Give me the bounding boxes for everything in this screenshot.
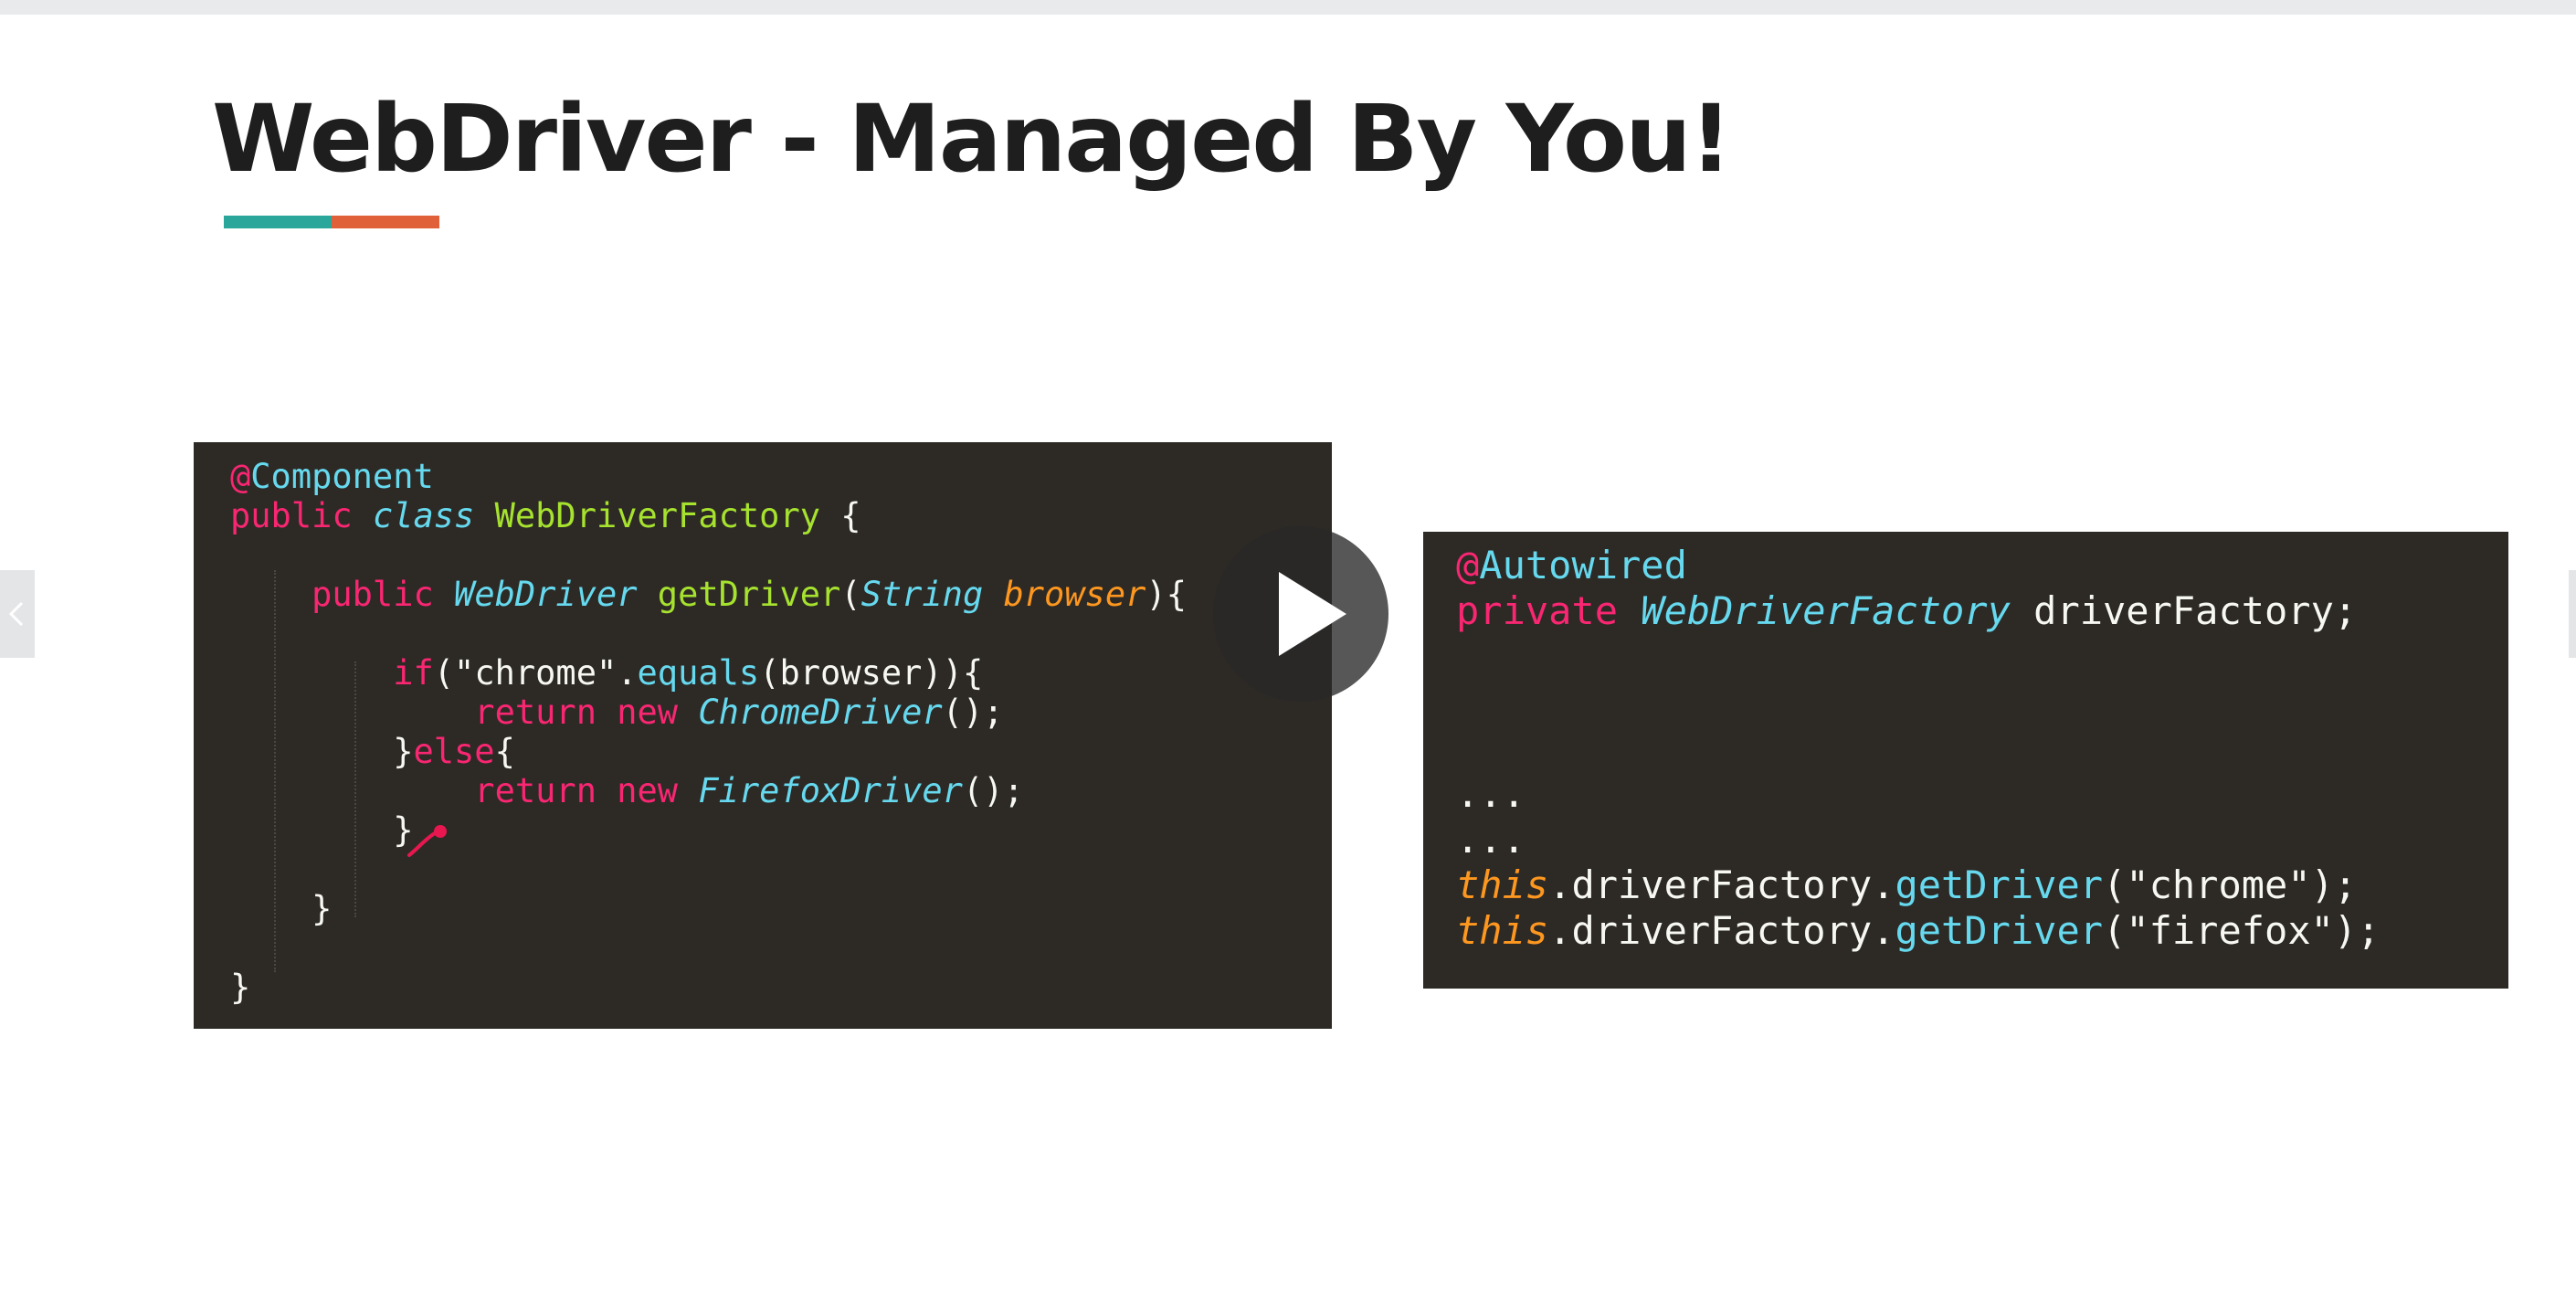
code-token: browser	[983, 575, 1146, 614]
code-line: private WebDriverFactory driverFactory;	[1456, 588, 2508, 634]
code-line: this.driverFactory.getDriver("firefox");	[1456, 908, 2508, 954]
code-token: .driverFactory.	[1548, 862, 1895, 907]
code-token: String	[860, 575, 984, 614]
code-line: public class WebDriverFactory {	[230, 496, 1332, 535]
code-line: return new FirefoxDriver();	[230, 771, 1332, 810]
title-underline	[224, 216, 439, 228]
indent-guide	[354, 661, 356, 917]
code-line: @Autowired	[1456, 543, 2508, 588]
slide-title: WebDriver - Managed By You!	[212, 85, 1732, 194]
play-video-button[interactable]	[1213, 526, 1388, 702]
code-token: (	[840, 575, 861, 614]
code-token: public	[230, 496, 373, 535]
code-token: class	[372, 496, 495, 535]
code-line: }else{	[230, 732, 1332, 771]
code-token: .driverFactory.	[1548, 908, 1895, 953]
code-line: return new ChromeDriver();	[230, 693, 1332, 732]
code-token: else	[413, 732, 495, 771]
code-token: this	[1456, 862, 1549, 907]
code-token: }	[230, 810, 414, 850]
code-line: }	[230, 810, 1332, 850]
code-token: getDriver	[1895, 908, 2104, 953]
code-token: ...	[1456, 817, 1526, 862]
code-line: if("chrome".equals(browser)){	[230, 653, 1332, 693]
code-token: ){	[1145, 575, 1188, 614]
code-token: }	[230, 968, 251, 1007]
play-icon	[1279, 572, 1346, 656]
code-line: ...	[1456, 771, 2508, 817]
code-token: {	[820, 496, 861, 535]
code-line: public WebDriver getDriver(String browse…	[230, 575, 1332, 614]
code-token: ...	[1456, 771, 1526, 816]
code-token: @	[230, 457, 251, 496]
code-token: return new	[230, 693, 699, 732]
code-token: driverFactory;	[2010, 588, 2358, 633]
code-token: Component	[250, 457, 434, 496]
code-line: @Component	[230, 457, 1332, 496]
code-token: this	[1456, 908, 1549, 953]
underline-segment-orange	[332, 216, 439, 228]
code-token: return new	[230, 771, 699, 810]
code-token: ("chrome".	[433, 653, 638, 693]
code-token: private	[1456, 588, 1642, 633]
indent-guide	[274, 570, 276, 972]
annotation-pen-cursor-icon	[407, 825, 447, 857]
code-token: getDriver	[637, 575, 841, 614]
code-token: {	[494, 732, 515, 771]
code-token: }	[230, 732, 414, 771]
code-token: }	[230, 889, 333, 928]
code-token: WebDriver	[454, 575, 638, 614]
code-token: getDriver	[1895, 862, 2104, 907]
code-line: ...	[1456, 817, 2508, 862]
top-bar	[0, 0, 2576, 15]
code-block-webdriver-factory: @Component public class WebDriverFactory …	[194, 442, 1332, 1029]
previous-slide-button[interactable]	[0, 570, 35, 658]
code-line: this.driverFactory.getDriver("chrome");	[1456, 862, 2508, 908]
next-slide-button[interactable]	[2569, 570, 2576, 658]
underline-segment-teal	[224, 216, 332, 228]
code-token: @	[1456, 543, 1480, 587]
code-block-autowired-usage: @Autowired private WebDriverFactory drive…	[1423, 532, 2508, 989]
code-token: Autowired	[1479, 543, 1687, 587]
code-token: ("firefox");	[2103, 908, 2381, 953]
code-token: if	[230, 653, 434, 693]
code-token: ChromeDriver	[698, 693, 943, 732]
code-token: FirefoxDriver	[698, 771, 963, 810]
code-token: WebDriverFactory	[1641, 588, 2011, 633]
chevron-left-icon	[8, 601, 24, 627]
code-token: (browser)){	[759, 653, 984, 693]
code-token: public	[230, 575, 455, 614]
code-token: ();	[942, 693, 1004, 732]
code-token: equals	[637, 653, 760, 693]
code-line: }	[230, 889, 1332, 928]
code-line: }	[230, 968, 1332, 1007]
code-token: ();	[962, 771, 1024, 810]
code-token: ("chrome");	[2103, 862, 2358, 907]
code-token: WebDriverFactory	[494, 496, 821, 535]
